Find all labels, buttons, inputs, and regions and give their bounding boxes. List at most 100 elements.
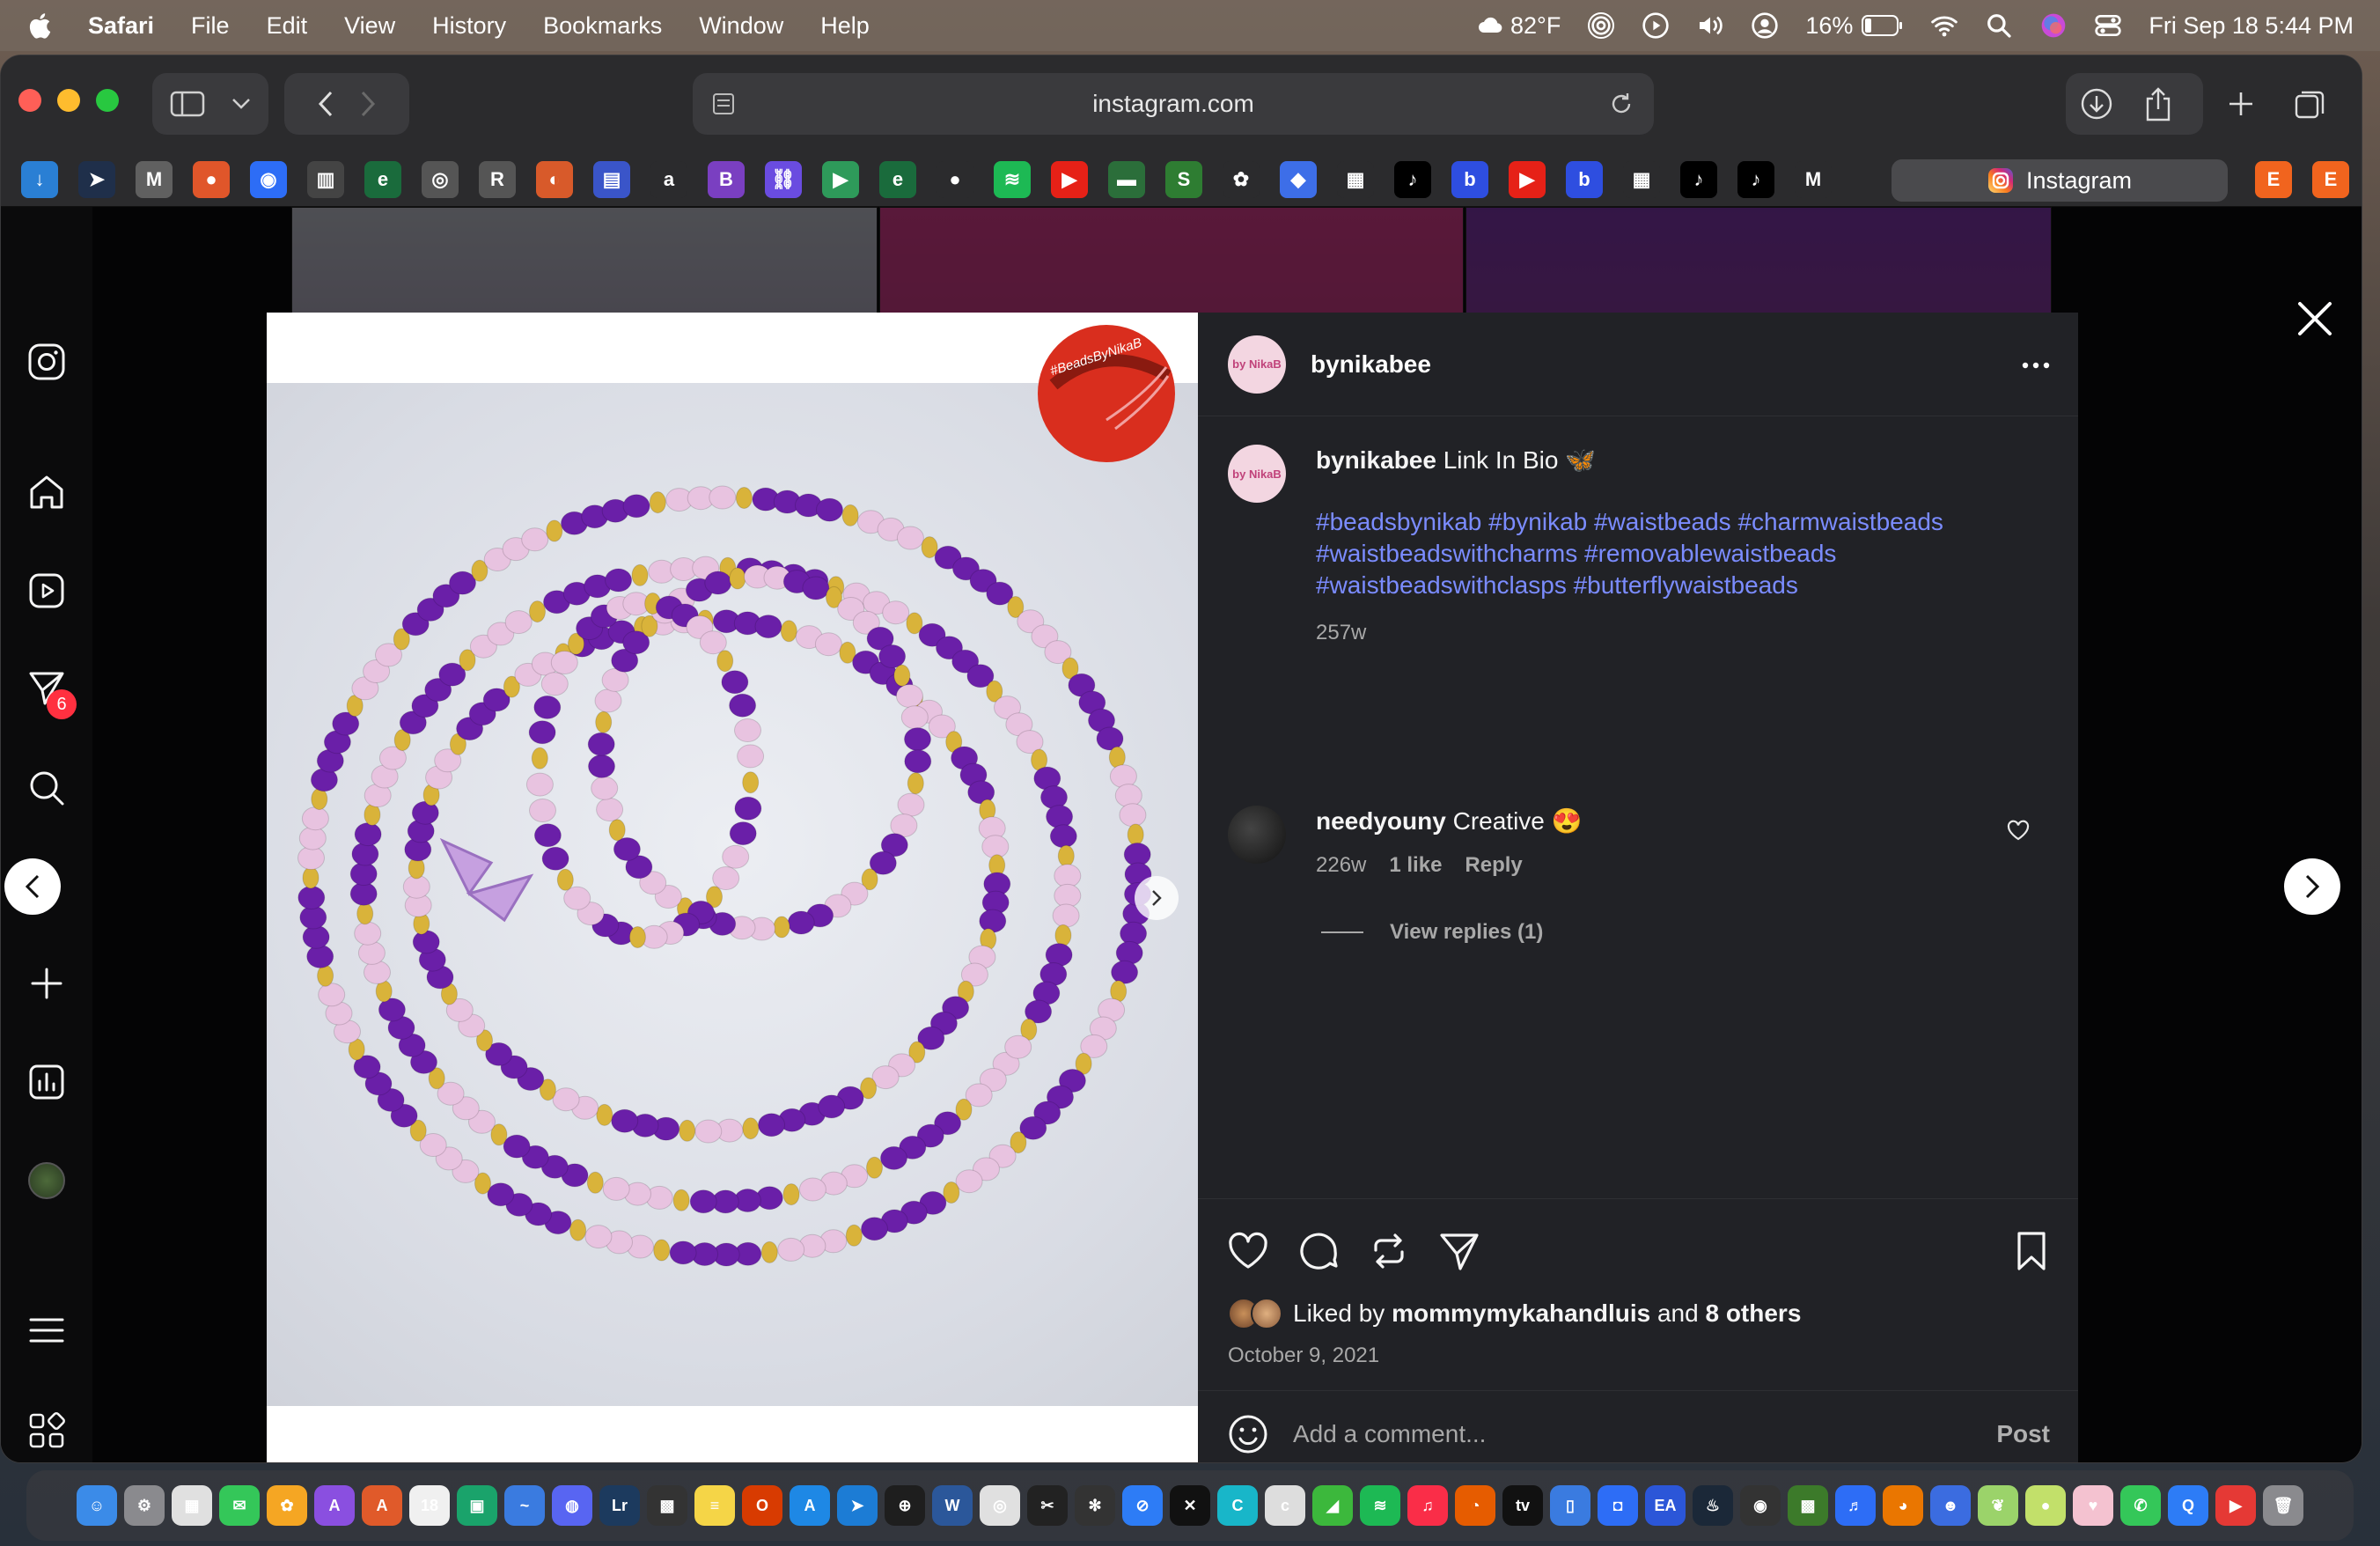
comment-icon[interactable]	[1297, 1229, 1341, 1273]
steam-icon[interactable]: ♨	[1693, 1485, 1733, 1526]
canva-icon[interactable]: C	[1217, 1485, 1258, 1526]
tiktok-fav-icon[interactable]: ♪	[1394, 160, 1431, 198]
music-icon[interactable]: ♫	[1407, 1485, 1448, 1526]
new-tab-button[interactable]	[2210, 73, 2272, 135]
freeform-icon[interactable]: ~	[504, 1485, 545, 1526]
office-icon[interactable]: O	[742, 1485, 782, 1526]
bars-fav-icon[interactable]: ▥	[307, 160, 344, 198]
youtube2-fav-icon[interactable]: ▶	[1509, 160, 1546, 198]
emoji-icon[interactable]	[1226, 1412, 1270, 1456]
liked-by-user[interactable]: mommymykahandluis	[1392, 1299, 1650, 1328]
next-post-button[interactable]	[2284, 858, 2340, 915]
downloads-button[interactable]	[2066, 73, 2127, 135]
spotify-icon[interactable]: ≋	[1360, 1485, 1400, 1526]
telegram-icon[interactable]: ➤	[837, 1485, 878, 1526]
tiktok3-fav-icon[interactable]: ♪	[1737, 160, 1774, 198]
liked-by-others[interactable]: 8 others	[1705, 1299, 1801, 1328]
grid-fav-icon[interactable]: ▦	[1337, 160, 1374, 198]
appstore-icon[interactable]: A	[790, 1485, 830, 1526]
swirl-fav-icon[interactable]: ◐	[536, 160, 573, 198]
tab-overview-button[interactable]	[2279, 73, 2340, 135]
photos-icon[interactable]: ✿	[267, 1485, 307, 1526]
sidebar-toggle-icon[interactable]	[170, 90, 205, 118]
share-button[interactable]	[2127, 73, 2189, 135]
phone-icon[interactable]: ✆	[2120, 1485, 2161, 1526]
like-icon[interactable]	[1226, 1229, 1270, 1273]
play-fav-icon[interactable]: ▶	[822, 160, 859, 198]
wifi-icon[interactable]	[1930, 11, 1958, 40]
youtube-fav-icon[interactable]: ▶	[1051, 160, 1088, 198]
b-fav-icon[interactable]: b	[1451, 160, 1488, 198]
menu-help[interactable]: Help	[820, 12, 870, 40]
weather-status[interactable]: 82°F	[1477, 11, 1561, 40]
zoom-window-button[interactable]	[96, 89, 119, 112]
tiktok2-fav-icon[interactable]: ♪	[1680, 160, 1717, 198]
back-icon[interactable]	[318, 91, 334, 117]
affinity2-icon[interactable]: A	[362, 1485, 402, 1526]
nav-reels[interactable]	[26, 570, 68, 612]
download-fav-icon[interactable]: ↓	[21, 160, 58, 198]
roblox-fav-icon[interactable]: ◆	[1280, 160, 1317, 198]
menu-app-name[interactable]: Safari	[88, 12, 154, 40]
ea-icon[interactable]: EA	[1645, 1485, 1686, 1526]
caption-hashtags[interactable]: #beadsbynikab #bynikab #waistbeads #char…	[1316, 506, 2055, 601]
box-icon[interactable]: ◘	[1598, 1485, 1638, 1526]
capcut-icon[interactable]: ✕	[1170, 1485, 1210, 1526]
comment-reply-button[interactable]: Reply	[1465, 850, 1522, 881]
minecraft-icon[interactable]: ▩	[1788, 1485, 1828, 1526]
chatgpt-icon[interactable]: ✻	[1075, 1485, 1115, 1526]
green-leaf-icon[interactable]: ❦	[1978, 1485, 2018, 1526]
amazon-fav-icon[interactable]: a	[650, 160, 687, 198]
messages-icon[interactable]: ✉	[219, 1485, 260, 1526]
facetime-icon[interactable]: ▶	[2215, 1485, 2256, 1526]
next-media-button[interactable]	[1135, 876, 1179, 920]
lightroom-icon[interactable]: Lr	[599, 1485, 640, 1526]
e2-fav-icon[interactable]: e	[879, 160, 916, 198]
view-replies-button[interactable]: View replies (1)	[1321, 920, 2055, 945]
affinity-icon[interactable]: A	[314, 1485, 355, 1526]
caption-username[interactable]: bynikabee	[1316, 446, 1436, 474]
volume-icon[interactable]	[1696, 11, 1724, 40]
author-username[interactable]: bynikabee	[1311, 350, 1431, 379]
siri-icon[interactable]	[2039, 11, 2068, 40]
comment-input[interactable]: Add a comment...	[1293, 1420, 1996, 1448]
finalcut-icon[interactable]: ✂	[1027, 1485, 1068, 1526]
launchpad-icon[interactable]: ▦	[172, 1485, 212, 1526]
share-icon[interactable]	[1437, 1229, 1481, 1273]
bookmark-icon[interactable]	[2009, 1229, 2053, 1273]
obs-icon[interactable]: ◉	[1740, 1485, 1781, 1526]
pinwheel-fav-icon[interactable]: ✿	[1223, 160, 1260, 198]
commenter-username[interactable]: needyouny	[1316, 807, 1446, 835]
gmail-fav-icon[interactable]: M	[1795, 160, 1832, 198]
r-fav-icon[interactable]: R	[479, 160, 516, 198]
chevron-down-icon[interactable]	[231, 98, 251, 110]
user-account-icon[interactable]	[1751, 11, 1779, 40]
post-media[interactable]: #BeadsByNikaB	[267, 313, 1198, 1462]
appletv-icon[interactable]: tv	[1502, 1485, 1543, 1526]
word-icon[interactable]: W	[932, 1485, 973, 1526]
arrow-fav-icon[interactable]: ➤	[78, 160, 115, 198]
previous-post-button[interactable]	[4, 858, 61, 915]
b2-fav-icon[interactable]: b	[1566, 160, 1603, 198]
post-comment-button[interactable]: Post	[1996, 1420, 2050, 1448]
menu-window[interactable]: Window	[699, 12, 783, 40]
firefox-icon[interactable]: ◔	[1455, 1485, 1495, 1526]
page-menu-icon[interactable]	[710, 91, 737, 117]
green-app-icon[interactable]: ◢	[1312, 1485, 1353, 1526]
cricut-icon[interactable]: c	[1265, 1485, 1305, 1526]
red-dot-fav-icon[interactable]: ●	[937, 160, 973, 198]
control-center-icon[interactable]	[2094, 11, 2122, 40]
blue-face-icon[interactable]: ☻	[1930, 1485, 1971, 1526]
green-bar-fav-icon[interactable]: ▬	[1108, 160, 1145, 198]
spotlight-search-icon[interactable]	[1985, 11, 2013, 40]
s-fav-icon[interactable]: S	[1165, 160, 1202, 198]
b-square-fav-icon[interactable]: B	[708, 160, 745, 198]
liked-by-summary[interactable]: Liked by mommymykahandluis and 8 others	[1228, 1298, 1801, 1329]
nav-create[interactable]	[26, 962, 68, 1005]
notes-icon[interactable]: ≡	[694, 1485, 735, 1526]
chrome-icon[interactable]: ◎	[980, 1485, 1020, 1526]
minimize-window-button[interactable]	[57, 89, 80, 112]
address-bar[interactable]: instagram.com	[693, 73, 1654, 135]
heart-app-icon[interactable]: ♥	[2073, 1485, 2113, 1526]
menu-view[interactable]: View	[344, 12, 395, 40]
